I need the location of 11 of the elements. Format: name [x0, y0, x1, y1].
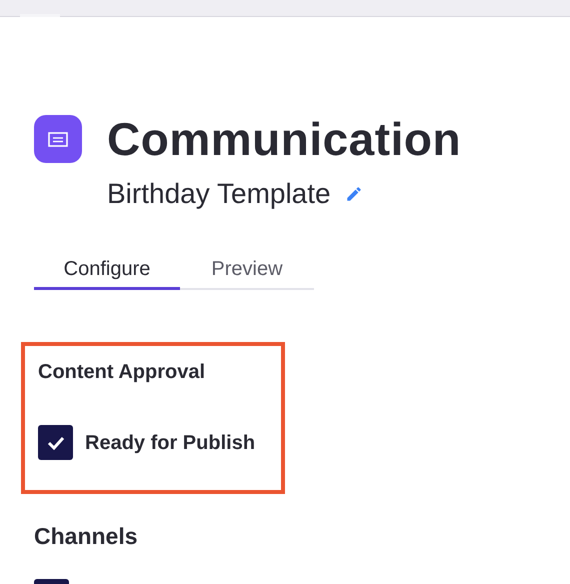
- tab[interactable]: Configure: [34, 250, 180, 290]
- template-name: Birthday Template: [107, 177, 331, 211]
- tab[interactable]: Preview: [180, 250, 314, 290]
- message-icon: [34, 115, 82, 163]
- page-title: Communication: [107, 115, 462, 163]
- check-icon: [46, 436, 64, 450]
- checkbox-label: Ready for Publish: [85, 430, 256, 456]
- checkbox[interactable]: [38, 425, 73, 460]
- edit-icon[interactable]: [344, 185, 363, 203]
- section-heading: Content Approval: [38, 360, 206, 384]
- section-heading: Channels: [34, 522, 139, 551]
